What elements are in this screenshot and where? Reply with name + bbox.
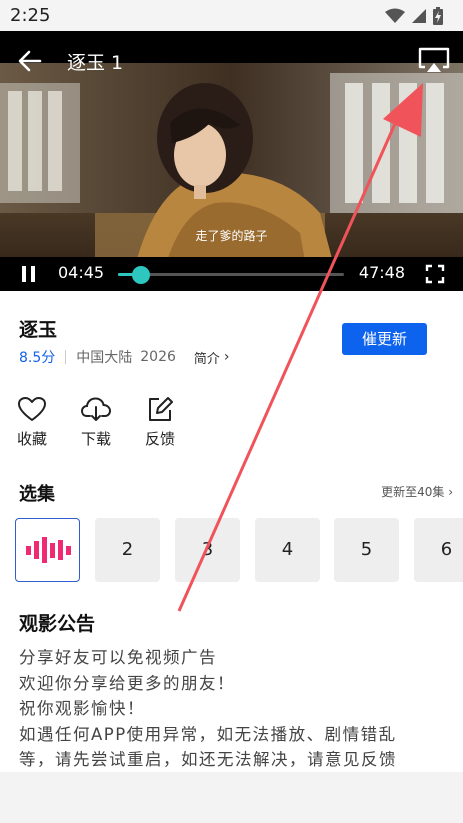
episode-4-button[interactable]: 4 xyxy=(255,518,320,582)
player-controls: 04:45 47:48 xyxy=(0,257,463,291)
heart-icon xyxy=(18,397,46,421)
screen: 2:25 逐玉 1 走了爹的路子 04:45 47:48 逐玉 8.5分 中国大… xyxy=(0,0,463,823)
fullscreen-icon[interactable] xyxy=(425,264,445,284)
notice-title: 观影公告 xyxy=(19,613,96,635)
status-bar: 2:25 xyxy=(0,0,463,31)
status-time: 2:25 xyxy=(10,5,51,26)
wifi-icon xyxy=(385,8,405,23)
status-icons xyxy=(385,7,443,25)
episodes-title: 选集 xyxy=(19,484,55,505)
feedback-label: 反馈 xyxy=(144,430,175,448)
download-button[interactable]: 下载 xyxy=(71,396,121,449)
notice-line: 欢迎你分享给更多的朋友！ xyxy=(19,673,235,693)
episode-3-button[interactable]: 3 xyxy=(175,518,240,582)
video-title: 逐玉 1 xyxy=(67,52,124,74)
chevron-right-icon: › xyxy=(448,485,453,499)
chevron-right-icon: › xyxy=(223,349,230,365)
current-time: 04:45 xyxy=(58,263,105,282)
progress-track[interactable] xyxy=(118,266,344,284)
video-player[interactable]: 逐玉 1 走了爹的路子 04:45 47:48 xyxy=(0,31,463,291)
show-meta: 8.5分 中国大陆 2026 简介 › xyxy=(19,347,230,367)
notice-body: 分享好友可以免视频广告 欢迎你分享给更多的朋友！ 祝你观影愉快！ 如遇任何APP… xyxy=(19,645,397,773)
region: 中国大陆 xyxy=(76,350,133,366)
notice-line: 如遇任何APP使用异常，如无法播放、剧情错乱 xyxy=(19,724,397,744)
episode-5-button[interactable]: 5 xyxy=(334,518,399,582)
player-top-bar: 逐玉 1 xyxy=(0,31,463,89)
signal-icon xyxy=(412,9,426,23)
episodes-update-link[interactable]: 更新至40集 › xyxy=(381,483,453,500)
notice-line: 祝你观影愉快！ xyxy=(19,699,145,718)
episode-1-button[interactable] xyxy=(15,518,80,582)
battery-icon xyxy=(433,7,443,25)
episode-6-button[interactable]: 6 xyxy=(414,518,463,582)
bottom-background xyxy=(0,772,463,823)
meta-divider xyxy=(65,350,67,364)
favorite-label: 收藏 xyxy=(16,430,47,448)
back-arrow-icon[interactable] xyxy=(16,47,44,75)
video-subtitle: 走了爹的路子 xyxy=(195,229,268,243)
intro-link[interactable]: 简介 xyxy=(194,348,220,367)
now-playing-bars-icon xyxy=(26,537,71,563)
episode-2-button[interactable]: 2 xyxy=(95,518,160,582)
notice-line: 等，请先尝试重启，如还无法解决，请意见反馈 xyxy=(19,750,397,769)
notice-line: 分享好友可以免视频广告 xyxy=(19,648,217,667)
show-title: 逐玉 xyxy=(19,319,58,341)
favorite-button[interactable]: 收藏 xyxy=(7,396,57,449)
video-frame xyxy=(0,63,463,289)
update-status: 更新至40集 xyxy=(381,485,445,499)
download-label: 下载 xyxy=(80,430,111,448)
total-time: 47:48 xyxy=(358,263,405,282)
cast-icon[interactable] xyxy=(417,45,451,75)
cloud-download-icon xyxy=(80,397,112,421)
episode-list: 2 3 4 5 6 xyxy=(15,518,463,582)
pause-icon[interactable] xyxy=(19,264,39,284)
edit-icon xyxy=(149,397,173,421)
year: 2026 xyxy=(140,349,176,365)
urge-update-button[interactable]: 催更新 xyxy=(342,323,427,355)
feedback-button[interactable]: 反馈 xyxy=(135,396,185,449)
rating: 8.5分 xyxy=(19,350,56,366)
progress-thumb[interactable] xyxy=(131,266,150,284)
